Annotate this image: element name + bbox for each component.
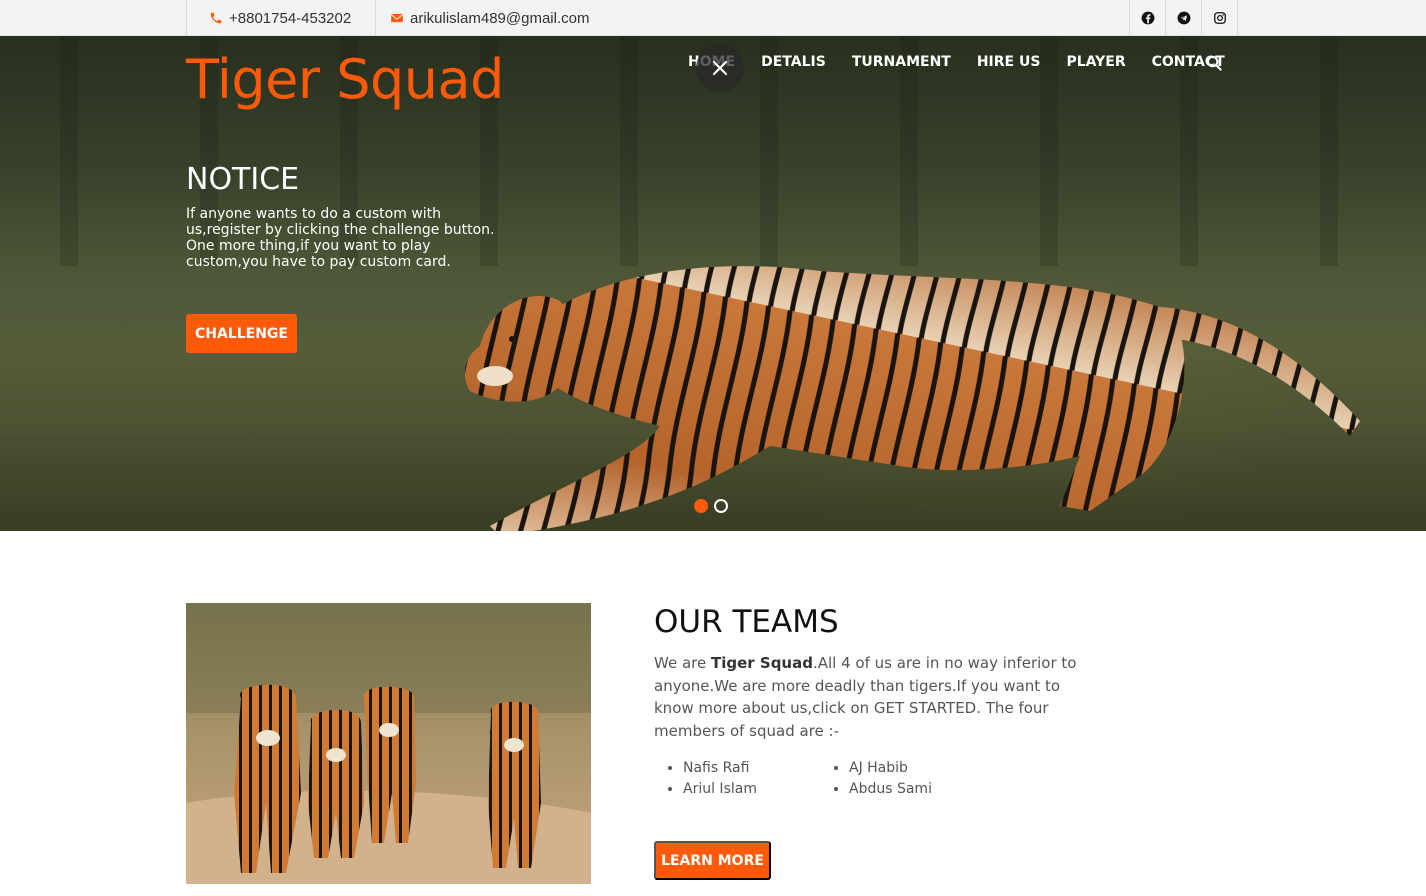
envelope-icon	[391, 13, 403, 23]
team-tigers-image	[186, 603, 591, 884]
nav-item-tournament[interactable]: TURNAMENT	[852, 54, 951, 70]
teams-desc-pre: We are	[654, 654, 711, 672]
team-image-drawing	[186, 603, 591, 884]
facebook-link[interactable]	[1130, 0, 1166, 36]
slider-dots	[694, 499, 728, 513]
list-item: Ariul Islam	[668, 781, 834, 797]
phone-icon	[210, 12, 222, 24]
nav-item-hire-us[interactable]: HIRE US	[977, 54, 1041, 70]
social-links	[1129, 0, 1238, 36]
slider-dot-1[interactable]	[694, 499, 708, 513]
tiger-image	[464, 266, 1360, 531]
telegram-icon	[1177, 11, 1190, 25]
learn-more-button[interactable]: LEARN MORE	[654, 841, 771, 880]
notice-title: NOTICE	[186, 162, 300, 197]
top-bar: +8801754-453202 arikulislam489@gmail.com	[0, 0, 1426, 36]
nav-item-details[interactable]: DETALIS	[761, 54, 826, 70]
hero-slider: Tiger Squad HOME DETALIS TURNAMENT HIRE …	[0, 36, 1426, 531]
slider-dot-2[interactable]	[714, 499, 728, 513]
site-logo[interactable]: Tiger Squad	[186, 48, 504, 111]
teams-description: We are Tiger Squad.All 4 of us are in no…	[654, 652, 1084, 742]
list-item: AJ Habib	[834, 760, 1000, 776]
notice-text: If anyone wants to do a custom with us,r…	[186, 206, 495, 270]
challenge-button[interactable]: CHALLENGE	[186, 314, 297, 353]
team-members-list: Nafis Rafi AJ Habib Ariul Islam Abdus Sa…	[668, 760, 1000, 797]
facebook-icon	[1141, 11, 1154, 25]
phone-number: +8801754-453202	[229, 9, 352, 27]
teams-desc-brand: Tiger Squad	[710, 654, 813, 672]
instagram-icon	[1213, 12, 1226, 24]
close-icon	[712, 60, 728, 76]
telegram-link[interactable]	[1166, 0, 1202, 36]
teams-title: OUR TEAMS	[654, 604, 839, 640]
close-button[interactable]	[696, 44, 744, 92]
email-address: arikulislam489@gmail.com	[410, 9, 590, 27]
search-button[interactable]	[1206, 55, 1222, 76]
list-item: Nafis Rafi	[668, 760, 834, 776]
email-contact[interactable]: arikulislam489@gmail.com	[376, 0, 589, 36]
nav-item-player[interactable]: PLAYER	[1066, 54, 1125, 70]
list-item: Abdus Sami	[834, 781, 1000, 797]
phone-contact[interactable]: +8801754-453202	[186, 0, 376, 36]
main-nav: HOME DETALIS TURNAMENT HIRE US PLAYER CO…	[688, 54, 1251, 70]
instagram-link[interactable]	[1202, 0, 1238, 36]
search-icon	[1207, 56, 1222, 71]
